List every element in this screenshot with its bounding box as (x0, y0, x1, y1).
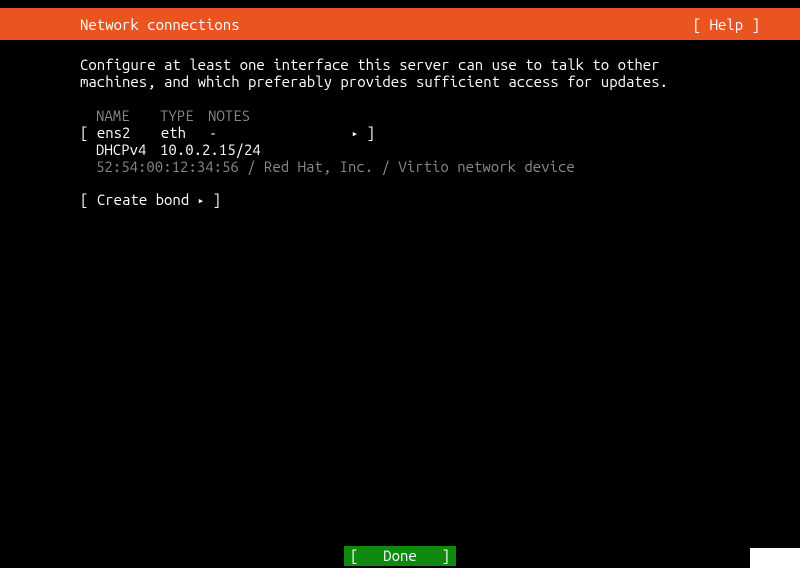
bracket-close: ] (442, 546, 450, 566)
bracket-close: ] (213, 191, 221, 208)
chevron-right-icon: ▸ (198, 194, 205, 207)
bracket-open: [ (80, 124, 88, 141)
table-header: NAMETYPENOTES (96, 107, 720, 124)
iface-notes: - (209, 124, 217, 141)
help-button[interactable]: [ Help ] (693, 16, 760, 33)
interface-row[interactable]: [ ens2eth- ▸ ] (80, 124, 720, 141)
cursor-block (750, 548, 800, 568)
iface-info-row: 52:54:00:12:34:56 / Red Hat, Inc. / Virt… (96, 158, 720, 175)
iface-name: ens2 (97, 124, 161, 141)
page-title: Network connections (80, 16, 240, 33)
done-button[interactable]: [ Done ] (344, 546, 456, 566)
footer-bar: [ Done ] (0, 544, 800, 568)
header-bar: Network connections [ Help ] (0, 8, 800, 40)
description-text: Configure at least one interface this se… (80, 56, 720, 91)
chevron-right-icon: ▸ (352, 127, 359, 140)
col-header-name: NAME (96, 107, 160, 124)
iface-ip: 10.0.2.15/24 (160, 141, 261, 158)
create-bond-label: Create bond (97, 191, 189, 208)
bracket-close: ] (367, 124, 375, 141)
dhcp-label: DHCPv4 (96, 141, 160, 158)
bracket-open: [ (80, 191, 88, 208)
iface-type: eth (161, 124, 209, 141)
content-area: Configure at least one interface this se… (0, 40, 800, 208)
col-header-notes: NOTES (208, 107, 250, 124)
done-label: Done (383, 546, 417, 566)
create-bond-button[interactable]: [ Create bond ▸ ] (80, 191, 720, 208)
iface-detail-row: DHCPv410.0.2.15/24 (96, 141, 720, 158)
bracket-open: [ (350, 546, 358, 566)
col-header-type: TYPE (160, 107, 208, 124)
